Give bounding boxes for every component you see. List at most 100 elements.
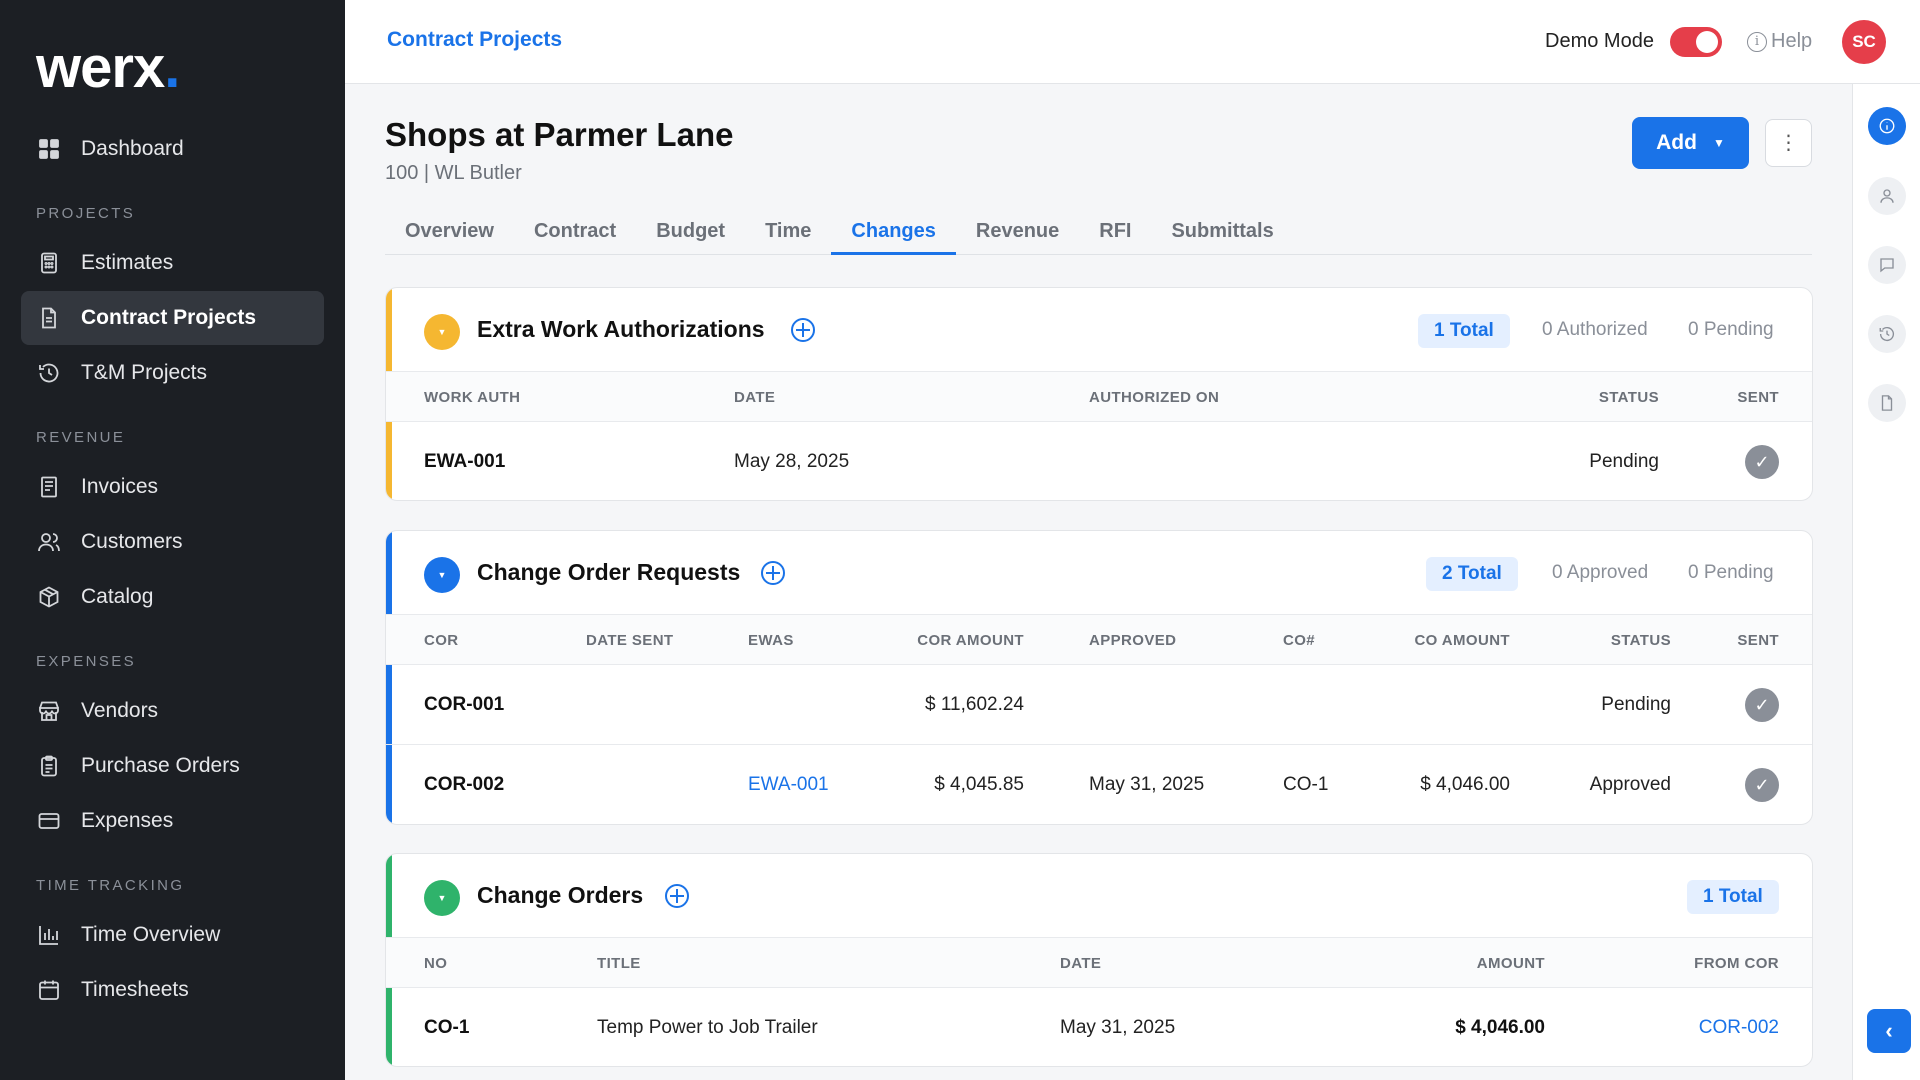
users-icon xyxy=(37,530,61,554)
section-projects: PROJECTS xyxy=(36,205,136,222)
status-cell: Pending xyxy=(1601,694,1671,715)
add-ewa-icon[interactable] xyxy=(791,318,815,342)
info-icon: i xyxy=(1747,31,1767,52)
sidebar-item-tm-projects[interactable]: T&M Projects xyxy=(21,346,324,400)
top-bar: Contract Projects Demo Mode i Help SC xyxy=(345,0,1920,84)
sidebar-item-invoices[interactable]: Invoices xyxy=(21,460,324,514)
ewa-total-badge: 1 Total xyxy=(1418,314,1510,348)
sidebar-item-timesheets[interactable]: Timesheets xyxy=(21,963,324,1017)
history-panel-button[interactable] xyxy=(1868,315,1906,353)
sidebar-item-estimates[interactable]: Estimates xyxy=(21,236,324,290)
co-card-header: ▼ Change Orders 1 Total xyxy=(386,854,1812,938)
message-icon xyxy=(1880,258,1894,273)
sidebar-item-label: Customers xyxy=(81,530,183,553)
more-options-button[interactable]: ⋮ xyxy=(1765,119,1812,167)
right-rail: ‹ xyxy=(1852,84,1920,1080)
bar-chart-icon xyxy=(37,923,61,947)
col-authorized-on: AUTHORIZED ON xyxy=(1089,389,1220,406)
contacts-panel-button[interactable] xyxy=(1868,177,1906,215)
invoice-icon xyxy=(37,475,61,499)
col-sent: SENT xyxy=(1737,389,1779,406)
table-row[interactable]: EWA-001 May 28, 2025 Pending ✓ xyxy=(386,422,1812,500)
calendar-icon xyxy=(37,978,61,1002)
co-amount-cell: $ 4,046.00 xyxy=(1455,1017,1545,1038)
tab-time[interactable]: Time xyxy=(745,209,831,255)
work-auth-cell[interactable]: EWA-001 xyxy=(424,451,505,473)
co-table-header: NO TITLE DATE AMOUNT FROM COR xyxy=(386,938,1812,988)
demo-mode-toggle[interactable] xyxy=(1670,27,1722,57)
ewas-cell[interactable]: EWA-001 xyxy=(748,774,829,796)
help-link[interactable]: i Help xyxy=(1747,30,1812,53)
comments-panel-button[interactable] xyxy=(1868,246,1906,284)
sent-check-icon: ✓ xyxy=(1745,688,1779,722)
sidebar-item-catalog[interactable]: Catalog xyxy=(21,570,324,624)
col-date-sent: DATE SENT xyxy=(586,632,674,649)
cor-cell[interactable]: COR-001 xyxy=(424,694,504,716)
main-content: Shops at Parmer Lane 100 | WL Butler Add… xyxy=(345,84,1852,1080)
chevron-down-icon[interactable]: ▼ xyxy=(424,880,460,916)
sidebar-item-contract-projects[interactable]: Contract Projects xyxy=(21,291,324,345)
col-sent: SENT xyxy=(1737,632,1779,649)
tab-overview[interactable]: Overview xyxy=(385,209,514,255)
cor-title: Change Order Requests xyxy=(477,559,741,585)
co-no-cell[interactable]: CO-1 xyxy=(424,1017,469,1039)
table-row[interactable]: COR-001 $ 11,602.24 Pending ✓ xyxy=(386,665,1812,745)
sidebar-item-time-overview[interactable]: Time Overview xyxy=(21,908,324,962)
sidebar-nav: Dashboard PROJECTS Estimates Contract Pr… xyxy=(0,122,345,1018)
tab-revenue[interactable]: Revenue xyxy=(956,209,1079,255)
tab-budget[interactable]: Budget xyxy=(636,209,745,255)
sidebar-item-label: Catalog xyxy=(81,585,154,608)
col-title: TITLE xyxy=(597,955,641,972)
sidebar-item-purchase-orders[interactable]: Purchase Orders xyxy=(21,739,324,793)
sidebar-item-dashboard[interactable]: Dashboard xyxy=(21,122,324,176)
chevron-down-icon[interactable]: ▼ xyxy=(424,557,460,593)
col-cor-amount: COR AMOUNT xyxy=(917,632,1024,649)
status-cell: Approved xyxy=(1589,774,1671,795)
grid-icon xyxy=(37,137,61,161)
sidebar-item-label: Timesheets xyxy=(81,978,189,1001)
co-no-cell: CO-1 xyxy=(1283,774,1329,795)
file-icon xyxy=(1881,395,1893,411)
sidebar-item-vendors[interactable]: Vendors xyxy=(21,684,324,738)
page-subtitle: 100 | WL Butler xyxy=(385,162,522,184)
breadcrumb[interactable]: Contract Projects xyxy=(387,28,562,52)
tab-rfi[interactable]: RFI xyxy=(1079,209,1151,255)
collapse-panel-button[interactable]: ‹ xyxy=(1867,1009,1911,1053)
co-date-cell: May 31, 2025 xyxy=(1060,1017,1176,1038)
werx-logo[interactable]: werx. xyxy=(36,34,180,101)
cor-cell[interactable]: COR-002 xyxy=(424,774,504,796)
sidebar-item-expenses[interactable]: Expenses xyxy=(21,794,324,848)
avatar[interactable]: SC xyxy=(1842,20,1886,64)
col-date: DATE xyxy=(734,389,776,406)
co-card: ▼ Change Orders 1 Total NO TITLE DATE AM… xyxy=(385,853,1813,1067)
col-from-cor: FROM COR xyxy=(1694,955,1779,972)
ewa-authorized-count: 0 Authorized xyxy=(1542,319,1648,340)
col-cor: COR xyxy=(424,632,459,649)
table-row[interactable]: COR-002 EWA-001 $ 4,045.85 May 31, 2025 … xyxy=(386,745,1812,824)
chevron-left-icon: ‹ xyxy=(1885,1018,1893,1043)
tab-changes[interactable]: Changes xyxy=(831,209,956,255)
col-status: STATUS xyxy=(1598,389,1659,406)
table-row[interactable]: CO-1 Temp Power to Job Trailer May 31, 2… xyxy=(386,988,1812,1066)
add-cor-icon[interactable] xyxy=(761,561,785,585)
files-panel-button[interactable] xyxy=(1868,384,1906,422)
sidebar-item-customers[interactable]: Customers xyxy=(21,515,324,569)
user-icon xyxy=(1880,189,1894,203)
co-total-badge: 1 Total xyxy=(1687,880,1779,914)
chevron-down-icon[interactable]: ▼ xyxy=(424,314,460,350)
tab-contract[interactable]: Contract xyxy=(514,209,636,255)
tab-submittals[interactable]: Submittals xyxy=(1151,209,1293,255)
info-panel-button[interactable] xyxy=(1868,107,1906,145)
cor-card: ▼ Change Order Requests 2 Total 0 Approv… xyxy=(385,530,1813,825)
store-icon xyxy=(37,699,61,723)
ewa-card: ▼ Extra Work Authorizations 1 Total 0 Au… xyxy=(385,287,1813,501)
section-time-tracking: TIME TRACKING xyxy=(36,877,185,894)
col-co-amount: CO AMOUNT xyxy=(1414,632,1510,649)
col-no: NO xyxy=(424,955,448,972)
from-cor-cell[interactable]: COR-002 xyxy=(1699,1017,1779,1039)
ewa-card-header: ▼ Extra Work Authorizations 1 Total 0 Au… xyxy=(386,288,1812,372)
add-button[interactable]: Add ▼ xyxy=(1632,117,1749,169)
cor-amount-cell: $ 11,602.24 xyxy=(925,694,1024,715)
add-co-icon[interactable] xyxy=(665,884,689,908)
add-button-label: Add xyxy=(1656,131,1697,154)
